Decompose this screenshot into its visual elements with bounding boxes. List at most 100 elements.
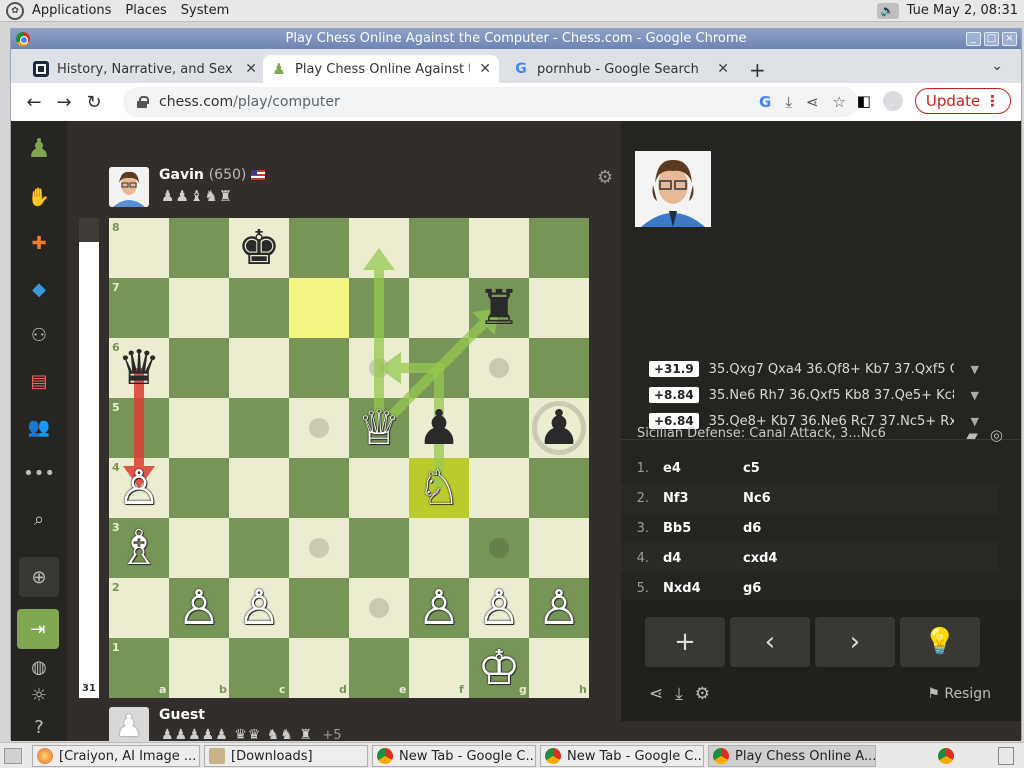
share-icon[interactable]: ⋖	[806, 93, 819, 111]
square-b5[interactable]	[169, 398, 229, 458]
white-move[interactable]: Nf3	[663, 491, 743, 506]
square-h7[interactable]	[529, 278, 589, 338]
black-piece-h5[interactable]: ♟	[529, 398, 589, 458]
white-piece-b2[interactable]: ♙	[169, 578, 229, 638]
white-move[interactable]: e4	[663, 461, 743, 476]
address-bar[interactable]: chess.com/play/computer G ⤓ ⋖ ☆	[123, 87, 858, 117]
white-move[interactable]: Nxd4	[663, 581, 743, 596]
new-game-plus-button[interactable]: +	[645, 617, 725, 667]
square-e3[interactable]	[349, 518, 409, 578]
lock-icon[interactable]	[137, 96, 149, 108]
square-d7[interactable]	[289, 278, 349, 338]
book-icon[interactable]: ▰	[966, 426, 978, 444]
square-h6[interactable]	[529, 338, 589, 398]
chevron-down-icon[interactable]: ▼	[971, 389, 979, 402]
square-b8[interactable]	[169, 218, 229, 278]
white-piece-c2[interactable]: ♙	[229, 578, 289, 638]
settings-gear-icon[interactable]: ⚙	[695, 684, 710, 704]
white-move[interactable]: d4	[663, 551, 743, 566]
taskbar-item[interactable]: [Craiyon, AI Image ...	[32, 745, 200, 767]
square-b7[interactable]	[169, 278, 229, 338]
more-icon[interactable]: •••	[23, 459, 55, 487]
white-move[interactable]: Bb5	[663, 521, 743, 536]
menu-applications[interactable]: Applications	[32, 3, 111, 18]
square-g4[interactable]	[469, 458, 529, 518]
square-h8[interactable]	[529, 218, 589, 278]
trash-icon[interactable]	[998, 747, 1014, 765]
square-c5[interactable]	[229, 398, 289, 458]
maximize-button[interactable]: □	[984, 32, 999, 46]
download-icon[interactable]: ⤓	[675, 684, 683, 704]
legal-move-dot[interactable]	[309, 418, 329, 438]
legal-move-dot[interactable]	[489, 358, 509, 378]
square-h4[interactable]	[529, 458, 589, 518]
reload-button[interactable]: ↻	[79, 92, 109, 113]
white-piece-h2[interactable]: ♙	[529, 578, 589, 638]
forward-button[interactable]: →	[49, 92, 79, 113]
white-piece-a4[interactable]: ♙	[109, 458, 169, 518]
square-c3[interactable]	[229, 518, 289, 578]
tab-history[interactable]: History, Narrative, and Sexual ✕	[25, 55, 265, 83]
settings-gear-icon[interactable]: ⚙	[597, 167, 613, 188]
square-b4[interactable]	[169, 458, 229, 518]
square-b3[interactable]	[169, 518, 229, 578]
chrome-icon[interactable]	[938, 748, 954, 764]
black-piece-f5[interactable]: ♟	[409, 398, 469, 458]
show-desktop-icon[interactable]	[4, 748, 22, 764]
chess-board[interactable]: 8 7 6 5 4 3 2 1 a b c d e f g h ♚ ♜ ♛ ♕ ♟ ♟ ♙ ♘ ♗ ♙ ♙ ♙ ♙ ♙ ♔	[109, 218, 589, 698]
signup-icon[interactable]: ⊕	[19, 557, 59, 597]
language-globe-icon[interactable]: ◍	[25, 653, 53, 681]
legal-move-dot[interactable]	[369, 358, 389, 378]
white-piece-f4[interactable]: ♘	[409, 458, 469, 518]
taskbar-item[interactable]: [Downloads]	[204, 745, 368, 767]
opponent-avatar[interactable]	[109, 167, 149, 207]
taskbar-item[interactable]: New Tab - Google C...	[540, 745, 704, 767]
close-window-button[interactable]: ×	[1002, 32, 1017, 46]
side-panel-icon[interactable]: ◧	[857, 92, 871, 110]
square-c4[interactable]	[229, 458, 289, 518]
square-f3[interactable]	[409, 518, 469, 578]
tab-search-chevron-icon[interactable]: ⌄	[991, 58, 1003, 74]
white-piece-g2[interactable]: ♙	[469, 578, 529, 638]
legal-move-dot[interactable]	[489, 538, 509, 558]
white-piece-a3[interactable]: ♗	[109, 518, 169, 578]
square-e8[interactable]	[349, 218, 409, 278]
minimize-button[interactable]: _	[966, 32, 981, 46]
black-piece-c8[interactable]: ♚	[229, 218, 289, 278]
profile-avatar-icon[interactable]	[882, 91, 903, 111]
update-button[interactable]: Update ⋮	[914, 88, 1011, 114]
close-tab-icon[interactable]: ✕	[717, 61, 729, 77]
square-e7[interactable]	[349, 278, 409, 338]
login-icon[interactable]: ⇥	[17, 609, 59, 649]
learn-icon[interactable]: ◆	[25, 275, 53, 303]
taskbar-item[interactable]: Play Chess Online A...	[708, 745, 876, 767]
legal-move-dot[interactable]	[309, 538, 329, 558]
tab-chess[interactable]: ♟ Play Chess Online Against the ✕	[263, 55, 499, 83]
square-g5[interactable]	[469, 398, 529, 458]
social-icon[interactable]: 👥	[25, 413, 53, 441]
square-c6[interactable]	[229, 338, 289, 398]
black-move[interactable]: g6	[743, 581, 761, 596]
square-c7[interactable]	[229, 278, 289, 338]
white-piece-f2[interactable]: ♙	[409, 578, 469, 638]
puzzles-icon[interactable]: ✚	[25, 229, 53, 257]
install-icon[interactable]: ⤓	[785, 93, 792, 111]
menu-places[interactable]: Places	[125, 3, 166, 18]
legal-move-dot[interactable]	[369, 598, 389, 618]
square-f8[interactable]	[409, 218, 469, 278]
square-g8[interactable]	[469, 218, 529, 278]
engine-line[interactable]: +8.84 35.Ne6 Rh7 36.Qxf5 Kb8 37.Qe5+ Kc8…	[649, 383, 979, 407]
play-icon[interactable]: ✋	[25, 183, 53, 211]
resign-button[interactable]: ⚑ Resign	[927, 686, 991, 702]
watch-binoculars-icon[interactable]: ⚇	[25, 321, 53, 349]
square-h3[interactable]	[529, 518, 589, 578]
search-icon[interactable]: ⌕	[25, 505, 53, 533]
window-titlebar[interactable]: Play Chess Online Against the Computer -…	[11, 29, 1021, 49]
theme-icon[interactable]: ☼	[25, 681, 53, 709]
new-tab-button[interactable]: +	[749, 58, 766, 82]
square-b6[interactable]	[169, 338, 229, 398]
next-move-button[interactable]: ›	[815, 617, 895, 667]
share-icon[interactable]: ⋖	[649, 684, 663, 704]
back-button[interactable]: ←	[19, 92, 49, 113]
compass-icon[interactable]: ◎	[990, 426, 1003, 444]
